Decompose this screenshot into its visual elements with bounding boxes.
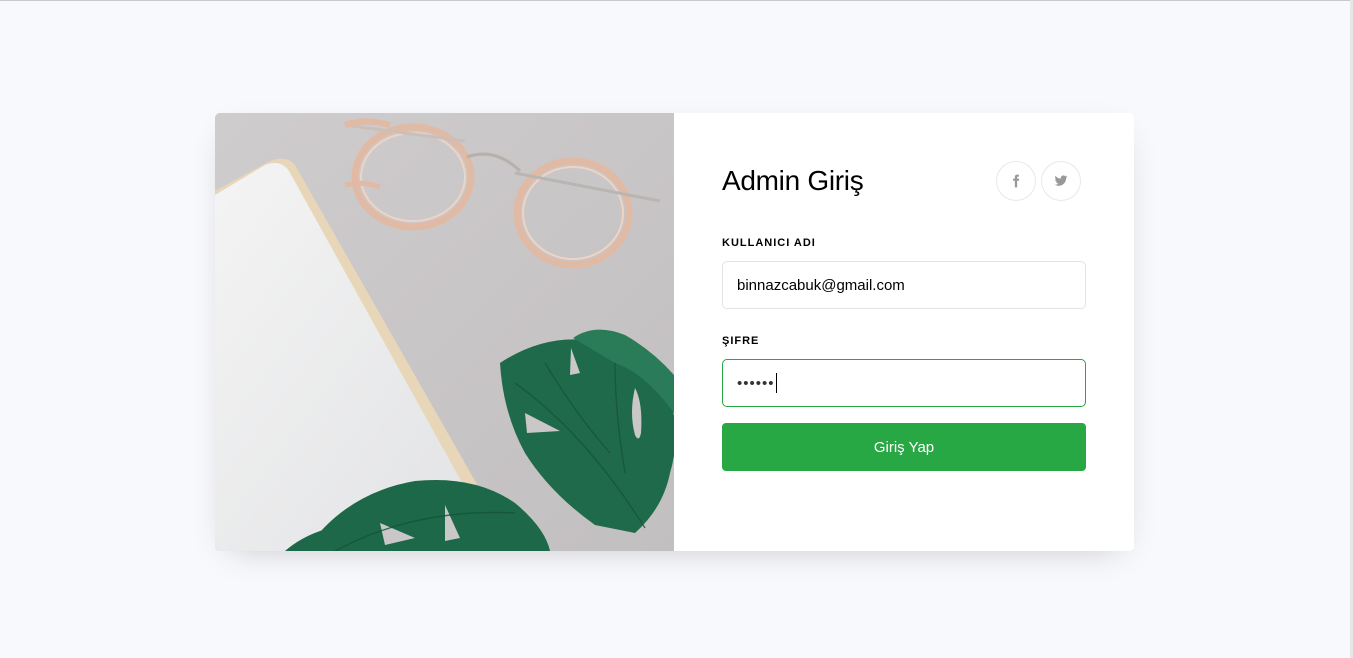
window-top-border — [0, 0, 1353, 1]
twitter-icon — [1054, 175, 1068, 186]
facebook-button[interactable] — [996, 161, 1036, 201]
hero-photo-illustration — [215, 113, 674, 551]
username-input[interactable]: binnazcabuk@gmail.com — [722, 261, 1086, 309]
password-input[interactable]: •••••• — [722, 359, 1086, 407]
social-login — [996, 161, 1081, 201]
password-label: ŞIFRE — [722, 335, 760, 347]
password-value: •••••• — [737, 374, 775, 392]
text-caret — [775, 373, 777, 393]
facebook-icon — [1013, 174, 1020, 188]
hero-image — [215, 113, 674, 551]
login-card: Admin Giriş KULLANICI ADI binnazcabuk@gm… — [215, 113, 1134, 551]
username-value: binnazcabuk@gmail.com — [737, 276, 905, 294]
login-form-panel: Admin Giriş KULLANICI ADI binnazcabuk@gm… — [674, 113, 1134, 551]
username-label: KULLANICI ADI — [722, 237, 816, 249]
page-title: Admin Giriş — [722, 165, 864, 196]
login-button[interactable]: Giriş Yap — [722, 423, 1086, 471]
twitter-button[interactable] — [1041, 161, 1081, 201]
